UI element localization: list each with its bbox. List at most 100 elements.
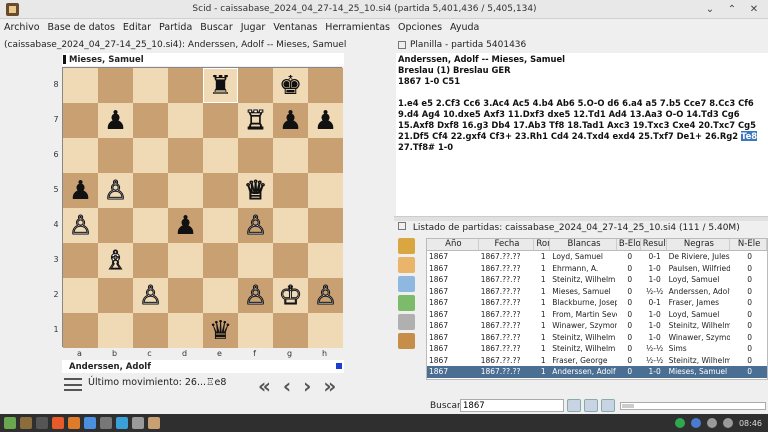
telegram-icon[interactable] [116,417,128,429]
square-c5[interactable] [133,173,168,208]
minimize-icon[interactable]: ⌄ [704,4,716,15]
square-a8[interactable] [63,68,98,103]
table-row[interactable]: 1867 1867.??.?? 1 Steinitz, Wilhelm 0 1-0 Loyd… [427,274,767,286]
piece-h2[interactable]: ♙ [313,282,337,309]
maximize-icon[interactable]: ⌃ [726,4,738,15]
menu-buscar[interactable]: Buscar [196,22,236,33]
square-e3[interactable] [203,243,238,278]
square-h7[interactable]: ♟ [308,103,343,138]
firefox-icon[interactable] [68,417,80,429]
book-icon[interactable] [398,238,415,254]
square-d6[interactable] [168,138,203,173]
search-icon[interactable] [398,257,415,273]
col-anio[interactable]: Año [427,239,479,250]
network-icon[interactable] [706,418,717,428]
piece-g8[interactable]: ♚ [279,73,302,99]
menu-base-de-datos[interactable]: Base de datos [44,22,119,33]
piece-b5[interactable]: ♙ [103,177,127,204]
board-menu-icon[interactable] [64,378,82,391]
first-move-icon[interactable]: « [258,374,271,398]
filter-reset-icon[interactable] [584,399,598,412]
square-b2[interactable] [98,278,133,313]
settings-icon[interactable] [100,417,112,429]
piece-b7[interactable]: ♟ [104,108,127,134]
menu-herramientas[interactable]: Herramientas [321,22,394,33]
square-e7[interactable] [203,103,238,138]
stats-icon[interactable] [398,295,415,311]
square-g3[interactable] [273,243,308,278]
close-icon[interactable]: ✕ [748,4,760,15]
square-f4[interactable]: ♙ [238,208,273,243]
col-blancas[interactable]: Blancas [550,239,617,250]
filter-negate-icon[interactable] [601,399,615,412]
square-f6[interactable] [238,138,273,173]
square-h5[interactable] [308,173,343,208]
square-d4[interactable]: ♟ [168,208,203,243]
menu-jugar[interactable]: Jugar [237,22,270,33]
table-row[interactable]: 1867 1867.??.?? 1 Steinitz, Wilhelm 0 1-0 Wina… [427,332,767,344]
square-b8[interactable] [98,68,133,103]
square-f7[interactable]: ♖ [238,103,273,138]
table-row[interactable]: 1867 1867.??.?? 1 Mieses, Samuel 0 ½-½ Anderss… [427,286,767,298]
square-g5[interactable] [273,173,308,208]
square-c7[interactable] [133,103,168,138]
start-menu-icon[interactable] [4,417,16,429]
col-negras[interactable]: Negras [667,239,731,250]
square-f2[interactable]: ♙ [238,278,273,313]
table-row[interactable]: 1867 1867.??.?? 1 Ehrmann, A. 0 1-0 Paulsen, W… [427,263,767,275]
table-row[interactable]: 1867 1867.??.?? 1 Steinitz, Wilhelm 0 ½-½ Sims… [427,343,767,355]
square-b4[interactable] [98,208,133,243]
square-f8[interactable] [238,68,273,103]
square-h1[interactable] [308,313,343,348]
square-c1[interactable] [133,313,168,348]
square-d1[interactable] [168,313,203,348]
square-f1[interactable] [238,313,273,348]
square-e2[interactable] [203,278,238,313]
game-list-table[interactable]: Año Fecha Ron Blancas B-Elo Resulta Negr… [426,238,768,380]
col-fecha[interactable]: Fecha [479,239,535,250]
pgn-moves[interactable]: 1.e4 e5 2.Cf3 Cc6 3.Ac4 Ac5 4.b4 Ab6 5.O… [398,98,766,153]
square-f5[interactable]: ♕ [238,173,273,208]
menu-opciones[interactable]: Opciones [394,22,446,33]
square-b3[interactable]: ♗ [98,243,133,278]
square-e1[interactable]: ♛ [203,313,238,348]
piece-f7[interactable]: ♖ [243,107,267,134]
square-d8[interactable] [168,68,203,103]
chess-board[interactable]: ♜ ♚ ♟ ♖ ♟ ♟ ♟ ♙ ♕ ♙ ♟ ♙ ♗ ♙ ♙ ♔ ♙ ♛ [62,67,343,348]
next-move-icon[interactable]: › [303,374,311,398]
square-c3[interactable] [133,243,168,278]
square-d3[interactable] [168,243,203,278]
square-h3[interactable] [308,243,343,278]
piece-f4[interactable]: ♙ [243,212,267,239]
square-a3[interactable] [63,243,98,278]
square-a4[interactable]: ♙ [63,208,98,243]
piece-g7[interactable]: ♟ [279,108,302,134]
col-n-elo[interactable]: N-Ele [730,239,767,250]
square-b6[interactable] [98,138,133,173]
table-row[interactable]: 1867 1867.??.?? 1 Blackburne, Joseph 0 0-1 Fra… [427,297,767,309]
piece-b3[interactable]: ♗ [103,247,127,274]
piece-g2[interactable]: ♔ [278,282,302,309]
square-c2[interactable]: ♙ [133,278,168,313]
chrome-icon[interactable] [84,417,96,429]
menu-partida[interactable]: Partida [155,22,196,33]
horizontal-scrollbar[interactable] [620,402,766,410]
square-e6[interactable] [203,138,238,173]
col-ronda[interactable]: Ron [534,239,551,250]
piece-f2[interactable]: ♙ [243,282,267,309]
square-g7[interactable]: ♟ [273,103,308,138]
menu-ventanas[interactable]: Ventanas [269,22,321,33]
piece-a5[interactable]: ♟ [69,178,92,204]
square-h2[interactable]: ♙ [308,278,343,313]
square-a7[interactable] [63,103,98,138]
piece-c2[interactable]: ♙ [138,282,162,309]
piece-d4[interactable]: ♟ [174,213,197,239]
piece-a4[interactable]: ♙ [68,212,92,239]
brave-icon[interactable] [52,417,64,429]
menu-archivo[interactable]: Archivo [0,22,44,33]
piece-e1[interactable]: ♛ [209,318,232,344]
filter-icon[interactable] [398,276,415,292]
terminal-icon[interactable] [36,417,48,429]
volume-icon[interactable] [722,418,733,428]
files-icon[interactable] [20,417,32,429]
